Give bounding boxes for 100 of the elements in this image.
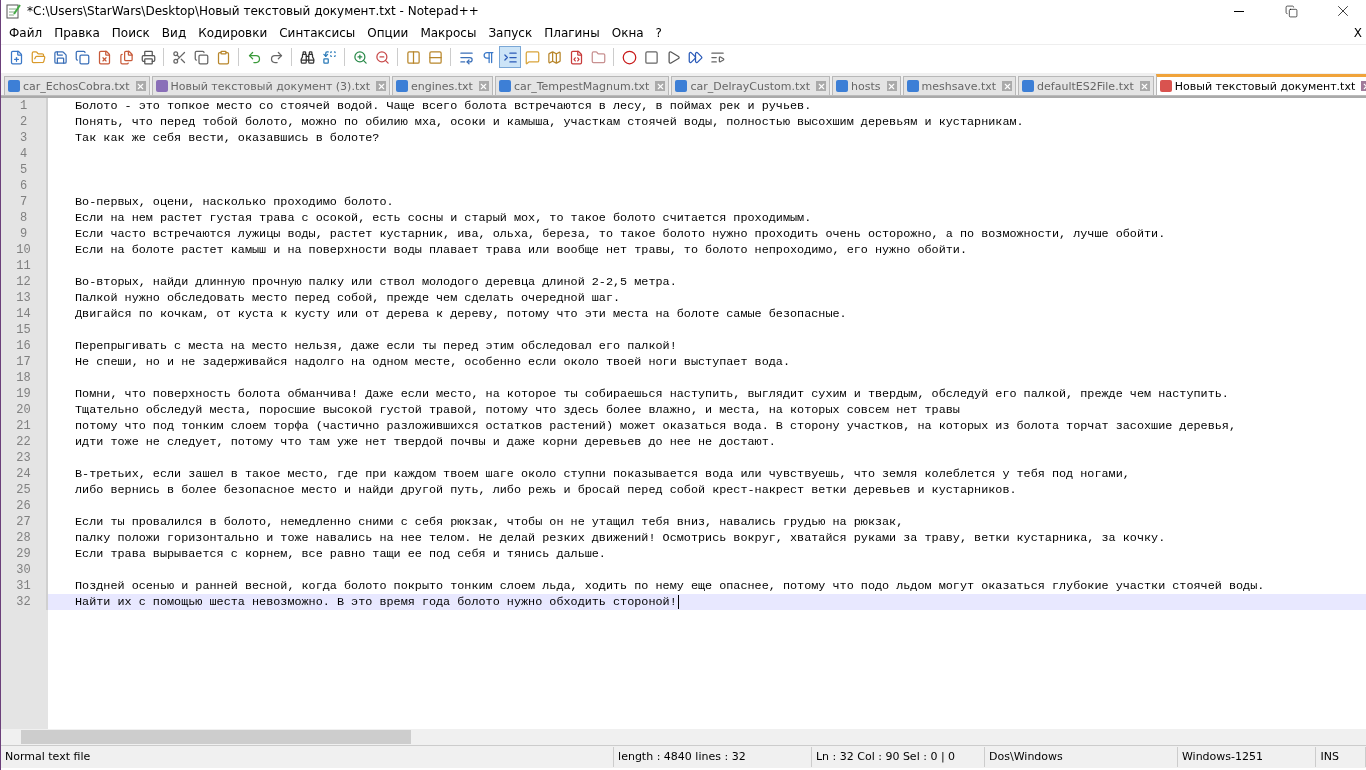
code-line: Если на болоте растет камыш и на поверхности воды плавает трава или вообще нет травы, то болото непроходимо, его нужно обойти.: [74, 242, 967, 258]
close-document-button[interactable]: X: [1353, 26, 1362, 40]
code-line: Двигайся по кочкам, от куста к кусту или от дерева к дереву, потому что эти места на болоте самые безопасные.: [74, 306, 847, 322]
code-line: Если трава вырывается с корнем, все равно тащи ее под себя и тянись дальше.: [74, 546, 606, 562]
menu-item[interactable]: Окна: [605, 26, 650, 40]
file-tab[interactable]: Новый текстовый документ.txt: [1155, 74, 1366, 95]
menu-item[interactable]: Кодировки: [192, 26, 274, 40]
close-file-icon: [96, 49, 112, 65]
tab-close-button[interactable]: [478, 81, 489, 91]
line-number: 7: [1, 194, 48, 210]
tab-close-button[interactable]: [135, 81, 146, 91]
copy-icon: [193, 49, 209, 65]
line-number: 6: [1, 178, 48, 194]
close-icon: [136, 81, 146, 91]
code-line: Во-первых, оцени, насколько проходимо болото.: [74, 194, 394, 210]
tab-close-button[interactable]: [886, 81, 897, 91]
text-caret: [677, 595, 679, 609]
tab-label: meshsave.txt: [921, 79, 997, 93]
line-number: 26: [1, 498, 48, 514]
zoom-in-icon: [352, 49, 368, 65]
fast-forward-icon: [687, 49, 703, 65]
file-tab[interactable]: hosts: [832, 76, 901, 95]
tab-close-button[interactable]: [376, 81, 387, 91]
status-text: Normal text file: [1, 747, 615, 767]
close-icon: [1002, 81, 1012, 91]
code-line: Болото - это топкое место со стоячей водой. Чаще всего болота встречаются в лесу, в поймах рек и ручьев.: [74, 98, 812, 114]
speech-bubble-icon: [524, 49, 540, 65]
stop-icon: [643, 49, 659, 65]
line-number: 15: [1, 322, 48, 338]
tab-close-button[interactable]: [655, 81, 666, 91]
menu-item[interactable]: Вид: [155, 26, 193, 40]
status-text: INS: [1316, 747, 1366, 767]
line-number: 11: [1, 258, 48, 274]
menu-item[interactable]: Синтаксисы: [273, 26, 362, 40]
line-number: 13: [1, 290, 48, 306]
line-number: 17: [1, 354, 48, 370]
close-icon: [816, 81, 826, 91]
paste-icon: [215, 49, 231, 65]
file-tab[interactable]: Новый текстовый документ (3).txt: [151, 76, 391, 95]
new-file-icon: [8, 49, 24, 65]
line-number: 5: [1, 162, 48, 178]
menu-item[interactable]: Плагины: [538, 26, 606, 40]
close-icon: [1140, 81, 1150, 91]
close-all-icon: [118, 49, 134, 65]
printer-icon: [140, 49, 156, 65]
line-number: 25: [1, 482, 48, 498]
line-number: 12: [1, 274, 48, 290]
playlist-icon: [709, 49, 725, 65]
tab-label: car_TempestMagnum.txt: [513, 79, 650, 93]
close-icon: [376, 81, 386, 91]
undo-icon: [246, 49, 262, 65]
notepad-icon: [5, 3, 21, 19]
minimize-icon: [1234, 10, 1244, 12]
code-line: Тщательно обследуй места, поросшие высокой густой травой, потому что здесь более влажно, и места, на которых совсем нет травы: [74, 402, 960, 418]
status-text: Ln : 32 Col : 90 Sel : 0 | 0: [811, 747, 986, 767]
file-tab[interactable]: car_TempestMagnum.txt: [494, 76, 670, 95]
save-icon: [52, 49, 68, 65]
code-line: Помни, что поверхность болота обманчива! Даже если место, на которое ты собираешься наступить, выглядит сухим и твердым, обследуй его палкой, прежде чем наступить.: [74, 386, 1229, 402]
line-number: 2: [1, 114, 48, 130]
line-number: 1: [1, 98, 48, 114]
menu-item[interactable]: ?: [649, 26, 668, 40]
code-file-icon: [568, 49, 584, 65]
menu-item[interactable]: Запуск: [482, 26, 539, 40]
pilcrow-icon: [480, 49, 496, 65]
menu-item[interactable]: Файл: [3, 26, 49, 40]
file-tab[interactable]: engines.txt: [392, 76, 493, 95]
menu-item[interactable]: Макросы: [414, 26, 483, 40]
status-text: length : 4840 lines : 32: [614, 747, 812, 767]
line-number: 9: [1, 226, 48, 242]
code-line: Если часто встречаются лужицы воды, растет кустарник, ива, ольха, береза, то такое болото нужно проходить очень осторожно, а по возможности, лучше обойти.: [74, 226, 1166, 242]
menu-item[interactable]: Поиск: [105, 26, 156, 40]
replace-icon: [321, 49, 337, 65]
line-number: 20: [1, 402, 48, 418]
horizontal-scrollbar[interactable]: [1, 729, 1366, 745]
line-number: 10: [1, 242, 48, 258]
tab-close-button[interactable]: [816, 81, 827, 91]
line-number: 23: [1, 450, 48, 466]
code-line: Если на нем растет густая трава с осокой, есть сосны и старый мох, то такое болото считается проходимым.: [74, 210, 812, 226]
file-tab[interactable]: meshsave.txt: [902, 76, 1017, 95]
file-tab[interactable]: car_EchosCobra.txt: [4, 76, 150, 95]
play-icon: [665, 49, 681, 65]
menu-item[interactable]: Правка: [48, 26, 106, 40]
tab-close-button[interactable]: [1139, 81, 1150, 91]
tab-close-button[interactable]: [1002, 81, 1013, 91]
code-line: Понять, что перед тобой болото, можно по обилию мха, осоки и камыша, участкам стоячей воды, полностью высохшим деревьям и кустарникам.: [74, 114, 1024, 130]
line-number: 19: [1, 386, 48, 402]
close-icon: [655, 81, 665, 91]
line-number: 8: [1, 210, 48, 226]
code-line: либо вернись в более безопасное место и найди другой путь, либо режь и бросай перед собой крест-накрест ветки деревьев и кустарников.: [74, 482, 1017, 498]
line-number: 28: [1, 530, 48, 546]
code-line: В-третьих, если зашел в такое место, где при каждом твоем шаге около ступни показывается вода или чувствуешь, что земля колеблется у тебя под ногами,: [74, 466, 1130, 482]
word-wrap-icon: [458, 49, 474, 65]
cut-icon: [171, 49, 187, 65]
file-tab[interactable]: car_DelrayCustom.txt: [671, 76, 831, 95]
map-icon: [546, 49, 562, 65]
line-number: 18: [1, 370, 48, 386]
menu-item[interactable]: Опции: [361, 26, 415, 40]
tab-label: defaultES2File.txt: [1037, 79, 1134, 93]
line-number: 32: [1, 594, 48, 610]
file-tab[interactable]: defaultES2File.txt: [1018, 76, 1154, 95]
